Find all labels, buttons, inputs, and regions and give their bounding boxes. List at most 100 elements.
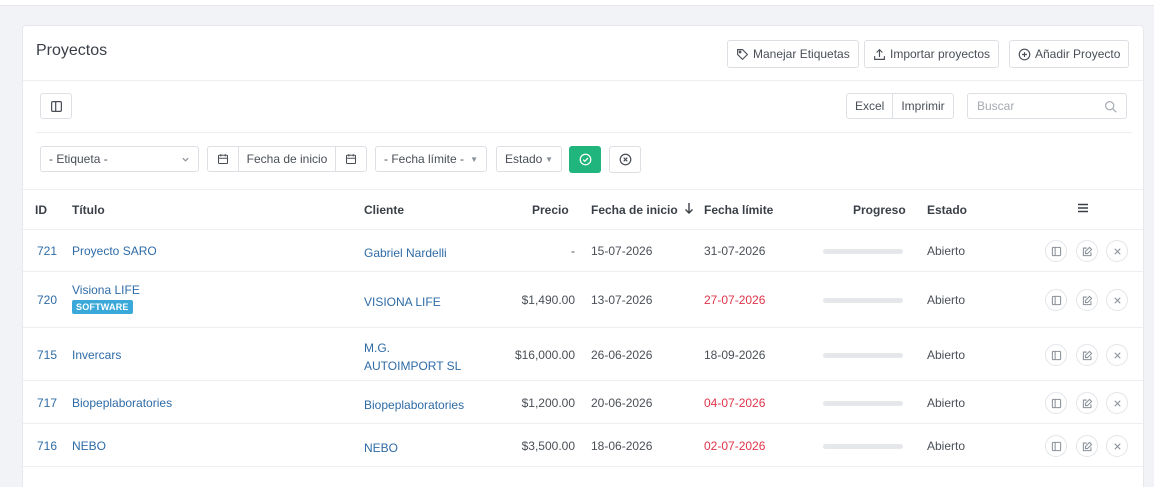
- project-title-link[interactable]: Invercars: [72, 348, 121, 362]
- edit-button[interactable]: [1076, 240, 1098, 262]
- chevron-down-icon: [182, 157, 189, 162]
- close-icon: [1113, 247, 1121, 255]
- close-icon: [1113, 442, 1121, 450]
- start-date-value: 15-07-2026: [591, 244, 653, 258]
- edit-button[interactable]: [1076, 344, 1098, 366]
- check-circle-icon: [579, 153, 591, 166]
- column-title[interactable]: Título: [72, 203, 105, 217]
- client-link[interactable]: Biopeplaboratories: [364, 396, 464, 414]
- delete-button[interactable]: [1106, 344, 1128, 366]
- price-value: $16,000.00: [514, 348, 575, 362]
- deadline-value: 04-07-2026: [704, 396, 766, 410]
- client-link[interactable]: NEBO: [364, 439, 398, 457]
- project-id[interactable]: 720: [37, 293, 57, 307]
- clear-filter-button[interactable]: [609, 146, 641, 173]
- status-value: Abierto: [927, 293, 966, 307]
- column-status[interactable]: Estado: [927, 203, 967, 217]
- start-date-filter[interactable]: Fecha de inicio: [207, 146, 367, 172]
- column-price[interactable]: Precio: [532, 203, 569, 217]
- progress-bar: [823, 298, 903, 303]
- panel-icon: [1051, 350, 1061, 360]
- excel-button[interactable]: Excel: [847, 94, 892, 118]
- view-button[interactable]: [1045, 435, 1067, 457]
- panel-icon: [1051, 441, 1061, 451]
- table-row: 721 Proyecto SARO Gabriel Nardelli - 15-07-2…: [23, 230, 1143, 272]
- start-date-value: 18-06-2026: [591, 439, 653, 453]
- project-title-cell: NEBO: [72, 439, 106, 453]
- project-title-link[interactable]: Proyecto SARO: [72, 244, 157, 258]
- project-title-link[interactable]: Visiona LIFE: [72, 283, 140, 297]
- add-project-label: Añadir Proyecto: [1035, 47, 1121, 61]
- manage-labels-button[interactable]: Manejar Etiquetas: [727, 40, 859, 68]
- column-deadline[interactable]: Fecha límite: [704, 203, 773, 217]
- view-button[interactable]: [1045, 344, 1067, 366]
- label-filter-select[interactable]: - Etiqueta -: [40, 146, 199, 172]
- panel-icon: [1051, 398, 1061, 408]
- delete-button[interactable]: [1106, 289, 1128, 311]
- export-group: Excel Imprimir: [846, 93, 954, 119]
- project-id[interactable]: 715: [37, 348, 57, 362]
- project-id[interactable]: 716: [37, 439, 57, 453]
- column-progress[interactable]: Progreso: [853, 203, 906, 217]
- status-value: Abierto: [927, 244, 966, 258]
- calendar-icon[interactable]: [208, 147, 238, 171]
- edit-button[interactable]: [1076, 289, 1098, 311]
- edit-button[interactable]: [1076, 435, 1098, 457]
- table-row: 716 NEBO NEBO $3,500.00 18-06-2026 02-07-2026…: [23, 424, 1143, 467]
- print-button[interactable]: Imprimir: [892, 94, 952, 118]
- start-date-value: 13-07-2026: [591, 293, 653, 307]
- status-value: Abierto: [927, 348, 966, 362]
- edit-icon: [1082, 350, 1092, 360]
- client-link[interactable]: VISIONA LIFE: [364, 293, 441, 311]
- project-id[interactable]: 721: [37, 244, 57, 258]
- project-title-link[interactable]: Biopeplaboratories: [72, 396, 172, 410]
- delete-button[interactable]: [1106, 392, 1128, 414]
- calendar-next-icon[interactable]: [336, 147, 366, 171]
- progress-bar: [823, 249, 903, 254]
- add-project-button[interactable]: Añadir Proyecto: [1009, 40, 1130, 68]
- close-icon: [1113, 351, 1121, 359]
- project-title-cell: Visiona LIFE SOFTWARE: [72, 283, 140, 314]
- column-toggle-button[interactable]: [40, 93, 72, 119]
- menu-icon[interactable]: [1077, 202, 1089, 217]
- view-button[interactable]: [1045, 289, 1067, 311]
- client-cell: M.G. AUTOIMPORT SL: [364, 339, 461, 375]
- caret-down-icon: ▼: [470, 154, 478, 164]
- search-icon: [1105, 100, 1117, 113]
- columns-icon: [50, 100, 62, 112]
- status-filter-select[interactable]: Estado ▼: [496, 146, 562, 172]
- column-start-date[interactable]: Fecha de inicio: [591, 203, 678, 217]
- price-value: -: [571, 244, 575, 258]
- delete-button[interactable]: [1106, 435, 1128, 457]
- import-projects-button[interactable]: Importar proyectos: [864, 40, 1000, 68]
- project-title-cell: Biopeplaboratories: [72, 396, 172, 410]
- view-button[interactable]: [1045, 240, 1067, 262]
- client-link-line2[interactable]: AUTOIMPORT SL: [364, 357, 461, 375]
- x-circle-icon: [619, 153, 631, 166]
- client-cell: NEBO: [364, 439, 398, 457]
- apply-filter-button[interactable]: [569, 146, 601, 173]
- project-title-cell: Invercars: [72, 348, 121, 362]
- label-filter-value: - Etiqueta -: [49, 152, 108, 166]
- deadline-value: 02-07-2026: [704, 439, 766, 453]
- table-toolbar: Excel Imprimir Buscar: [36, 81, 1132, 133]
- client-link[interactable]: Gabriel Nardelli: [364, 244, 447, 262]
- close-icon: [1113, 296, 1121, 304]
- view-button[interactable]: [1045, 392, 1067, 414]
- edit-button[interactable]: [1076, 392, 1098, 414]
- search-placeholder: Buscar: [977, 99, 1015, 113]
- deadline-filter-select[interactable]: - Fecha límite - ▼: [375, 146, 487, 172]
- progress-bar: [823, 353, 903, 358]
- column-client[interactable]: Cliente: [364, 203, 404, 217]
- sort-desc-icon[interactable]: [684, 202, 694, 217]
- project-id[interactable]: 717: [37, 396, 57, 410]
- client-link[interactable]: M.G.: [364, 339, 461, 357]
- search-input[interactable]: Buscar: [967, 93, 1127, 119]
- project-title-link[interactable]: NEBO: [72, 439, 106, 453]
- table-row: 715 Invercars M.G. AUTOIMPORT SL $16,000.00 2…: [23, 328, 1143, 381]
- column-id[interactable]: ID: [35, 203, 47, 217]
- start-date-value: 20-06-2026: [591, 396, 653, 410]
- client-cell: Biopeplaboratories: [364, 396, 464, 414]
- price-value: $1,200.00: [521, 396, 575, 410]
- delete-button[interactable]: [1106, 240, 1128, 262]
